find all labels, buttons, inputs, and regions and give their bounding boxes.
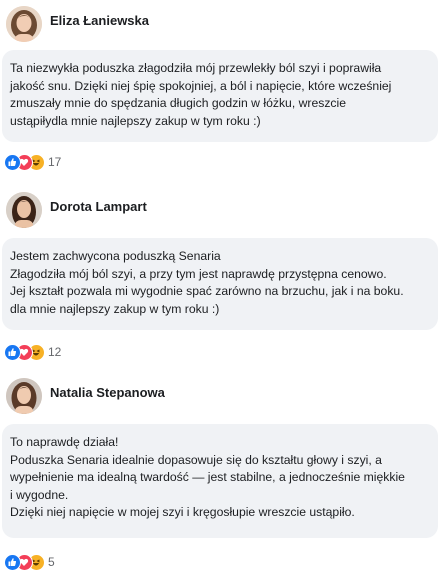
comment-text-line: zmuszały mnie do spędzania długich godzi…: [10, 96, 346, 110]
comment-text-line: Złagodziła mój ból szyi, a przy tym jest…: [10, 266, 387, 281]
avatar[interactable]: [6, 192, 42, 228]
comment-text-line: i wygodne.: [10, 487, 69, 502]
like-icon: [4, 344, 21, 361]
like-icon: [4, 154, 21, 171]
author-name[interactable]: Dorota Lampart: [50, 199, 147, 214]
reaction-count: 5: [48, 555, 55, 569]
comment-text-line: ustąpiłydla mnie najlepszy zakup w tym r…: [10, 113, 261, 128]
reaction-count: 12: [48, 345, 62, 359]
comment-text-line: To naprawdę działa!: [10, 435, 119, 449]
avatar[interactable]: [6, 6, 42, 42]
comment-bubble: To naprawdę działa! Poduszka Senaria ide…: [2, 424, 438, 538]
comment-text-line: Poduszka Senaria idealnie dopasowuje się…: [10, 452, 382, 467]
comment-bubble: Ta niezwykła poduszka złagodziła mój prz…: [2, 50, 438, 142]
comment-text-line: Dzięki niej napięcie w mojej szyi i kręg…: [10, 505, 355, 519]
avatar[interactable]: [6, 378, 42, 414]
comment-text-line: jakość snu. Dzięki niej śpię spokojniej,…: [10, 78, 392, 93]
comment-text-line: Ta niezwykła poduszka złagodziła mój prz…: [10, 61, 382, 75]
like-icon: [4, 554, 21, 571]
comment-text-line: dla mnie najlepszy zakup w tym roku :): [10, 301, 220, 316]
author-name[interactable]: Eliza Łaniewska: [50, 13, 149, 28]
comment-text-line: wypełnienie ma idealną twardość — jest s…: [10, 470, 405, 484]
reaction-count: 17: [48, 155, 62, 169]
comment-text-line: Jej kształt pozwala mi wygodnie spać zar…: [10, 284, 404, 298]
comment-text-line: Jestem zachwycona poduszką Senaria: [10, 249, 221, 263]
comment-bubble: Jestem zachwycona poduszką Senaria Złago…: [2, 238, 438, 330]
author-name[interactable]: Natalia Stepanowa: [50, 385, 165, 400]
